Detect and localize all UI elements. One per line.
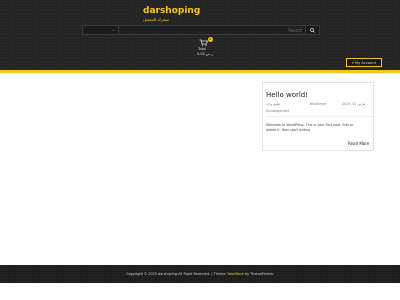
post-meta: تعليق واحد BinAhmed مارس 31, 2020 [266,102,372,107]
cart-count-badge: 0 [208,37,213,42]
site-tagline: متجرك المفضل [143,17,169,22]
my-account-button[interactable]: ▾ My Account [346,58,382,67]
copyright-text: Copyright © 2020 darshoping All Right Re… [126,272,274,276]
site-footer: Copyright © 2020 darshoping All Right Re… [0,265,400,283]
post-card: Hello world! تعليق واحد BinAhmed مارس 31… [262,82,374,151]
caret-down-icon: ▾ [352,61,354,65]
site-header: darshoping متجرك المفضل ⌄ 0 Total 0.00 ر… [0,0,400,70]
cart-total-label: Total [198,47,207,51]
cart-widget[interactable]: 0 Total 0.00 ر.س [195,37,215,61]
post-author[interactable]: BinAhmed [310,102,326,106]
cart-icon [199,39,208,46]
search-input[interactable] [119,26,305,34]
read-more-link[interactable]: Read More [348,141,369,146]
theme-author: by ThemeFarmer [244,272,274,276]
chevron-down-icon: ⌄ [111,27,115,32]
theme-link[interactable]: NewStore [228,272,244,276]
search-icon [310,28,315,33]
search-bar: ⌄ [82,25,320,35]
theme-prefix: Theme: [213,272,227,276]
site-title[interactable]: darshoping [143,6,200,16]
my-account-label: My Account [355,61,376,65]
search-button[interactable] [305,26,319,34]
post-category[interactable]: Uncategorized [266,109,289,113]
divider [266,116,372,117]
header-accent-bar [0,70,400,73]
page-bottom [0,283,400,300]
post-excerpt: Welcome to WordPress. This is your first… [266,123,354,132]
copyright-notice: Copyright © 2020 darshoping All Right Re… [126,272,211,276]
post-title[interactable]: Hello world! [266,91,308,99]
post-date[interactable]: مارس 31, 2020 [342,102,365,106]
post-comments[interactable]: تعليق واحد [266,102,280,106]
cart-total-value: 0.00 ر.س [197,52,213,56]
category-select[interactable]: ⌄ [83,26,119,34]
